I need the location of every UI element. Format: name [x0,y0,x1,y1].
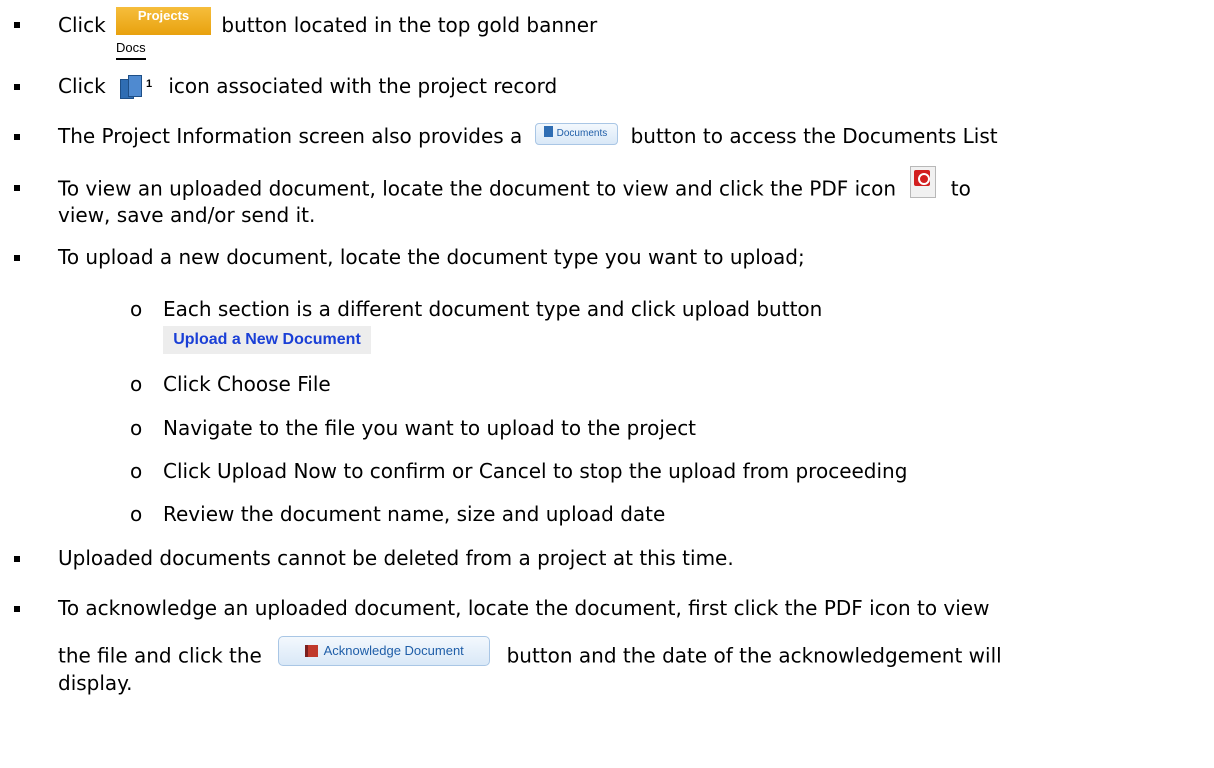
instruction-text: button to access the Documents List [630,124,998,148]
instruction-text: button and the date of the acknowledgeme… [506,643,1002,668]
bullet [14,185,20,191]
sub-instruction: Each section is a different document typ… [163,297,823,321]
docs-column-label: Docs [116,40,146,60]
instruction-line: the file and click the Acknowledge Docum… [58,636,1002,672]
instruction-text: button located in the top gold banner [221,13,598,37]
sub-bullet: o [130,416,143,440]
instruction-text: view, save and/or send it. [58,203,316,227]
document-icon [543,126,553,138]
instruction-text: the file and click the [58,643,262,668]
sub-instruction: Review the document name, size and uploa… [163,502,666,526]
instruction-text: to [950,176,971,201]
instruction-line: Uploaded documents cannot be deleted fro… [58,545,734,571]
sub-instruction: Click Choose File [163,372,331,396]
bullet [14,255,20,261]
documents-button[interactable]: Documents [534,122,619,145]
instruction-text: display. [58,671,133,695]
instruction-line: The Project Information screen also prov… [58,122,998,149]
instruction-text: The Project Information screen also prov… [58,124,523,148]
acknowledge-document-button[interactable]: Acknowledge Document [278,636,491,666]
instruction-text: icon associated with the project record [168,74,558,98]
instruction-line: To acknowledge an uploaded document, loc… [58,595,989,621]
instruction-line: To upload a new document, locate the doc… [58,244,805,270]
upload-new-document-button[interactable]: Upload a New Document [163,326,371,354]
bullet [14,134,20,140]
document-stack-icon [128,74,143,97]
sub-bullet: o [130,459,143,483]
documents-icon[interactable]: 1 [118,74,156,101]
sub-bullet: o [130,372,143,396]
instruction-text: Click [58,74,106,98]
acknowledge-button-label: Acknowledge Document [323,643,464,658]
bullet [14,606,20,612]
instruction-line: Click Projects button located in the top… [58,6,598,41]
bullet [14,22,20,28]
instruction-line: Click 1 icon associated with the project… [58,73,557,101]
bullet [14,556,20,562]
instruction-text: To view an uploaded document, locate the… [58,176,897,201]
instruction-line: display. [58,670,133,696]
pdf-icon[interactable] [910,166,937,198]
projects-button[interactable]: Projects [116,6,212,35]
sub-bullet: o [130,502,143,526]
pdf-logo-icon [914,170,931,186]
instruction-text: Click [58,13,106,37]
sub-instruction: Click Upload Now to confirm or Cancel to… [163,459,908,483]
documents-button-label: Documents [556,127,608,139]
document-count: 1 [146,77,153,90]
book-icon [304,644,318,657]
instruction-text: Uploaded documents cannot be deleted fro… [58,546,734,570]
bullet [14,84,20,90]
sub-instruction: Navigate to the file you want to upload … [163,416,697,440]
instruction-text: To upload a new document, locate the doc… [58,245,805,269]
instruction-line: view, save and/or send it. [58,202,315,228]
instruction-text: To acknowledge an uploaded document, loc… [58,596,990,620]
sub-bullet: o [130,297,143,321]
